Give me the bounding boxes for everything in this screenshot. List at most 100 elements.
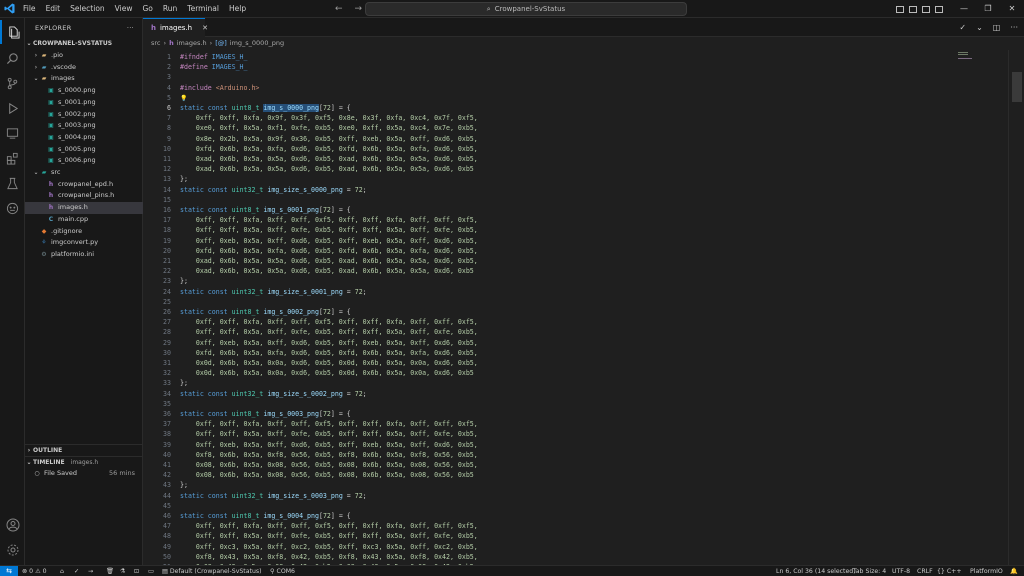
env-selector[interactable]: ▤ Default (Crowpanel-SvStatus) bbox=[162, 566, 262, 576]
tree-item-label: s_0000.png bbox=[58, 86, 96, 95]
tab-size[interactable]: Tab Size: 4 bbox=[853, 566, 886, 576]
customize-layout-icon[interactable] bbox=[935, 6, 943, 13]
timeline-section[interactable]: ⌄TIMELINE images.h bbox=[25, 456, 143, 468]
tree-item[interactable]: ▣ s_0002.png bbox=[25, 109, 143, 121]
remote-indicator-icon[interactable]: ⇆ bbox=[0, 566, 18, 576]
scrollbar-thumb[interactable] bbox=[1012, 72, 1022, 102]
tree-item[interactable]: ▣ s_0005.png bbox=[25, 144, 143, 156]
tree-item[interactable]: ◆ .gitignore bbox=[25, 226, 143, 238]
code-token: const bbox=[207, 410, 232, 418]
eol[interactable]: CRLF bbox=[917, 566, 933, 576]
encoding[interactable]: UTF-8 bbox=[892, 566, 910, 576]
account-icon[interactable] bbox=[0, 513, 25, 537]
tree-item[interactable]: h images.h bbox=[25, 202, 143, 214]
tree-item[interactable]: ▣ s_0003.png bbox=[25, 120, 143, 132]
menu-terminal[interactable]: Terminal bbox=[182, 0, 224, 18]
breadcrumb-file[interactable]: images.h bbox=[177, 37, 207, 50]
menu-go[interactable]: Go bbox=[137, 0, 157, 18]
toggle-secondary-sidebar-icon[interactable] bbox=[922, 6, 930, 13]
breadcrumb-symbol[interactable]: img_s_0000_png bbox=[230, 37, 284, 50]
minimap[interactable] bbox=[956, 50, 1008, 130]
clean-trash-icon[interactable]: 🗑 bbox=[106, 566, 114, 576]
breadcrumb-src[interactable]: src bbox=[151, 37, 161, 50]
tree-item[interactable]: ⌄ ▰ images bbox=[25, 73, 143, 85]
code-token: 72 bbox=[322, 308, 331, 316]
run-debug-icon[interactable] bbox=[0, 96, 25, 120]
search-icon[interactable] bbox=[0, 46, 25, 70]
tree-item[interactable]: › ▰ .vscode bbox=[25, 62, 143, 74]
tree-item[interactable]: ▣ s_0001.png bbox=[25, 97, 143, 109]
menu-view[interactable]: View bbox=[110, 0, 138, 18]
more-actions-icon[interactable]: ··· bbox=[127, 18, 134, 38]
code-text: 0xf8, 0x6b, 0x5a, 0xf8, 0x56, 0xb5, 0xf8… bbox=[180, 450, 478, 460]
port-selector[interactable]: ⚲ COM6 bbox=[270, 566, 295, 576]
build-check-icon[interactable]: ✓ bbox=[74, 566, 79, 576]
tree-item[interactable]: ▣ s_0004.png bbox=[25, 132, 143, 144]
cursor-position[interactable]: Ln 6, Col 36 (14 selected) bbox=[776, 566, 856, 576]
menu-help[interactable]: Help bbox=[224, 0, 251, 18]
serial-monitor-icon[interactable]: ⊡ bbox=[134, 566, 139, 576]
testing-icon[interactable] bbox=[0, 171, 25, 195]
line-number: 6 bbox=[167, 104, 171, 112]
notifications-bell-icon[interactable]: 🔔 bbox=[1010, 566, 1018, 576]
extensions-icon[interactable] bbox=[0, 146, 25, 170]
terminal-icon[interactable]: ▭ bbox=[148, 566, 154, 576]
toggle-sidebar-icon[interactable] bbox=[896, 6, 904, 13]
outline-section[interactable]: › OUTLINE bbox=[25, 444, 143, 456]
tree-item[interactable]: h crowpanel_epd.h bbox=[25, 179, 143, 191]
menu-edit[interactable]: Edit bbox=[41, 0, 66, 18]
project-folder[interactable]: ⌄CROWPANEL-SVSTATUS bbox=[25, 38, 143, 50]
platformio-icon[interactable] bbox=[0, 196, 25, 220]
test-flask-icon[interactable]: ⚗ bbox=[120, 566, 126, 576]
c-header-file-icon: h bbox=[48, 192, 54, 200]
minimize-icon[interactable]: — bbox=[952, 0, 976, 18]
home-icon[interactable]: ⌂ bbox=[60, 566, 64, 576]
tree-item[interactable]: ⌄ ▰ src bbox=[25, 167, 143, 179]
code-editor[interactable]: 1 #ifndef IMAGES_H_ 2 #define IMAGES_H_ 3 4 #i… bbox=[143, 50, 1008, 565]
source-control-icon[interactable] bbox=[0, 71, 25, 95]
explorer-icon[interactable] bbox=[0, 20, 25, 44]
split-editor-icon[interactable]: ◫ bbox=[993, 18, 1001, 37]
problems-indicator[interactable]: ⊗ 0 ⚠ 0 bbox=[22, 566, 47, 576]
code-text: 0xff, 0xeb, 0x5a, 0xff, 0xd6, 0xb5, 0xff… bbox=[180, 338, 478, 348]
code-token: const bbox=[207, 308, 232, 316]
chevron-down-icon[interactable]: ⌄ bbox=[976, 18, 983, 37]
maximize-icon[interactable]: ❐ bbox=[976, 0, 1000, 18]
command-center-search[interactable]: ⌕ Crowpanel-SvStatus bbox=[365, 2, 687, 16]
tree-item[interactable]: h crowpanel_pins.h bbox=[25, 190, 143, 202]
arrow-right-icon[interactable]: → bbox=[355, 0, 363, 18]
language-mode[interactable]: {} C++ bbox=[937, 566, 962, 576]
chevron-down-icon: ⌄ bbox=[26, 40, 32, 47]
arrow-left-icon[interactable]: ← bbox=[335, 0, 343, 18]
code-token: }; bbox=[180, 277, 188, 286]
timeline-entry[interactable]: ○ File Saved 56 mins bbox=[25, 468, 143, 480]
code-token: const bbox=[207, 287, 232, 296]
check-icon[interactable]: ✓ bbox=[959, 18, 966, 37]
toggle-panel-icon[interactable] bbox=[909, 6, 917, 13]
manage-gear-icon[interactable] bbox=[0, 538, 25, 562]
code-line: 44 static const uint32_t img_size_s_0003_… bbox=[143, 491, 1008, 501]
tree-item[interactable]: ▣ s_0000.png bbox=[25, 85, 143, 97]
variable-symbol-icon: [@] bbox=[215, 39, 227, 47]
code-token: 0xff, 0xff, 0xfa, 0xff, 0xff, 0xf5, 0xff… bbox=[180, 522, 478, 531]
close-icon[interactable]: ✕ bbox=[202, 24, 208, 32]
menu-run[interactable]: Run bbox=[158, 0, 182, 18]
tab-images-h[interactable]: h images.h ✕ bbox=[143, 18, 208, 37]
c-header-file-icon: h bbox=[48, 204, 54, 212]
platformio-status[interactable]: PlatformIO bbox=[970, 566, 1003, 576]
menu-file[interactable]: File bbox=[18, 0, 41, 18]
code-token: img_s_0003_png bbox=[263, 410, 319, 418]
tree-item[interactable]: › ▰ .pio bbox=[25, 50, 143, 62]
remote-explorer-icon[interactable] bbox=[0, 121, 25, 145]
tree-item[interactable]: Cmain.cpp bbox=[25, 214, 143, 226]
more-actions-icon[interactable]: ··· bbox=[1010, 18, 1018, 37]
lightbulb-icon[interactable]: 💡 bbox=[180, 95, 187, 102]
menu-selection[interactable]: Selection bbox=[65, 0, 110, 18]
tree-item[interactable]: ⚙ platformio.ini bbox=[25, 249, 143, 261]
upload-arrow-icon[interactable]: → bbox=[88, 566, 93, 576]
tree-item[interactable]: ▣ s_0006.png bbox=[25, 155, 143, 167]
close-icon[interactable]: ✕ bbox=[1000, 0, 1024, 18]
tree-item[interactable]: ⚘ imgconvert.py bbox=[25, 237, 143, 249]
timeline-entry-time: 56 mins bbox=[109, 469, 135, 477]
vertical-scrollbar[interactable] bbox=[1008, 50, 1024, 565]
